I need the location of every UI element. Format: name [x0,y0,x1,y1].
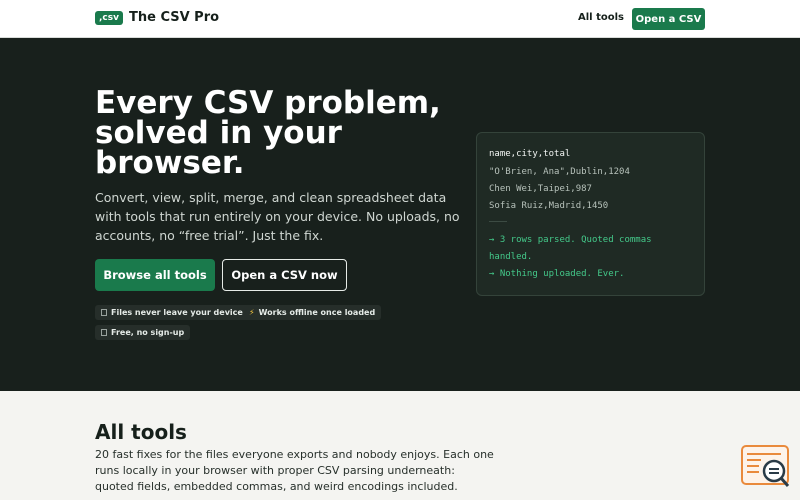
terminal-output-line: → Nothing uploaded. Ever. [489,269,625,279]
badge-files-private: Files never leave your device [95,305,249,320]
terminal-header-line: name,city,total [489,149,571,159]
terminal-row: "O'Brien, Ana",Dublin,1204 [489,167,630,177]
browse-all-tools-button[interactable]: Browse all tools [95,259,215,291]
csv-logo-icon: ,csv [95,10,123,25]
document-search-icon [741,445,790,487]
badge-free: Free, no sign-up [95,325,191,340]
terminal-divider [489,221,507,222]
search-helper-widget[interactable] [741,445,791,489]
open-csv-now-button[interactable]: Open a CSV now [222,259,347,291]
all-tools-description: 20 fast fixes for the files everyone exp… [95,448,494,493]
badge-label: Files never leave your device [111,308,243,317]
terminal-output-line: handled. [489,252,533,262]
badge-offline: ⚡ Works offline once loaded [243,305,382,320]
lock-icon [101,309,107,316]
badge-label: Works offline once loaded [258,308,376,317]
hero-section: Every CSV problem, solved in your browse… [0,38,800,391]
brand-name: The CSV Pro [128,10,220,25]
all-tools-heading: All tools [95,420,187,444]
top-navigation-bar: ,csv The CSV Pro All tools Open a CSV [0,0,800,38]
badge-label: Free, no sign-up [111,328,185,337]
terminal-output-line: → 3 rows parsed. Quoted commas [489,235,652,245]
terminal-row: Sofia Ruiz,Madrid,1450 [489,201,609,211]
nav-all-tools-link[interactable]: All tools [578,12,624,23]
brand-logo-link[interactable]: ,csv The CSV Pro [95,10,219,25]
nav-open-csv-button[interactable]: Open a CSV [632,8,705,30]
terminal-row: Chen Wei,Taipei,987 [489,184,592,194]
hero-title: Every CSV problem, solved in your browse… [95,85,441,181]
csv-preview-terminal: name,city,total "O'Brien, Ana",Dublin,12… [476,132,705,296]
gift-icon [101,329,107,336]
lightning-icon: ⚡ [249,308,255,317]
hero-subtitle: Convert, view, split, merge, and clean s… [95,190,460,243]
